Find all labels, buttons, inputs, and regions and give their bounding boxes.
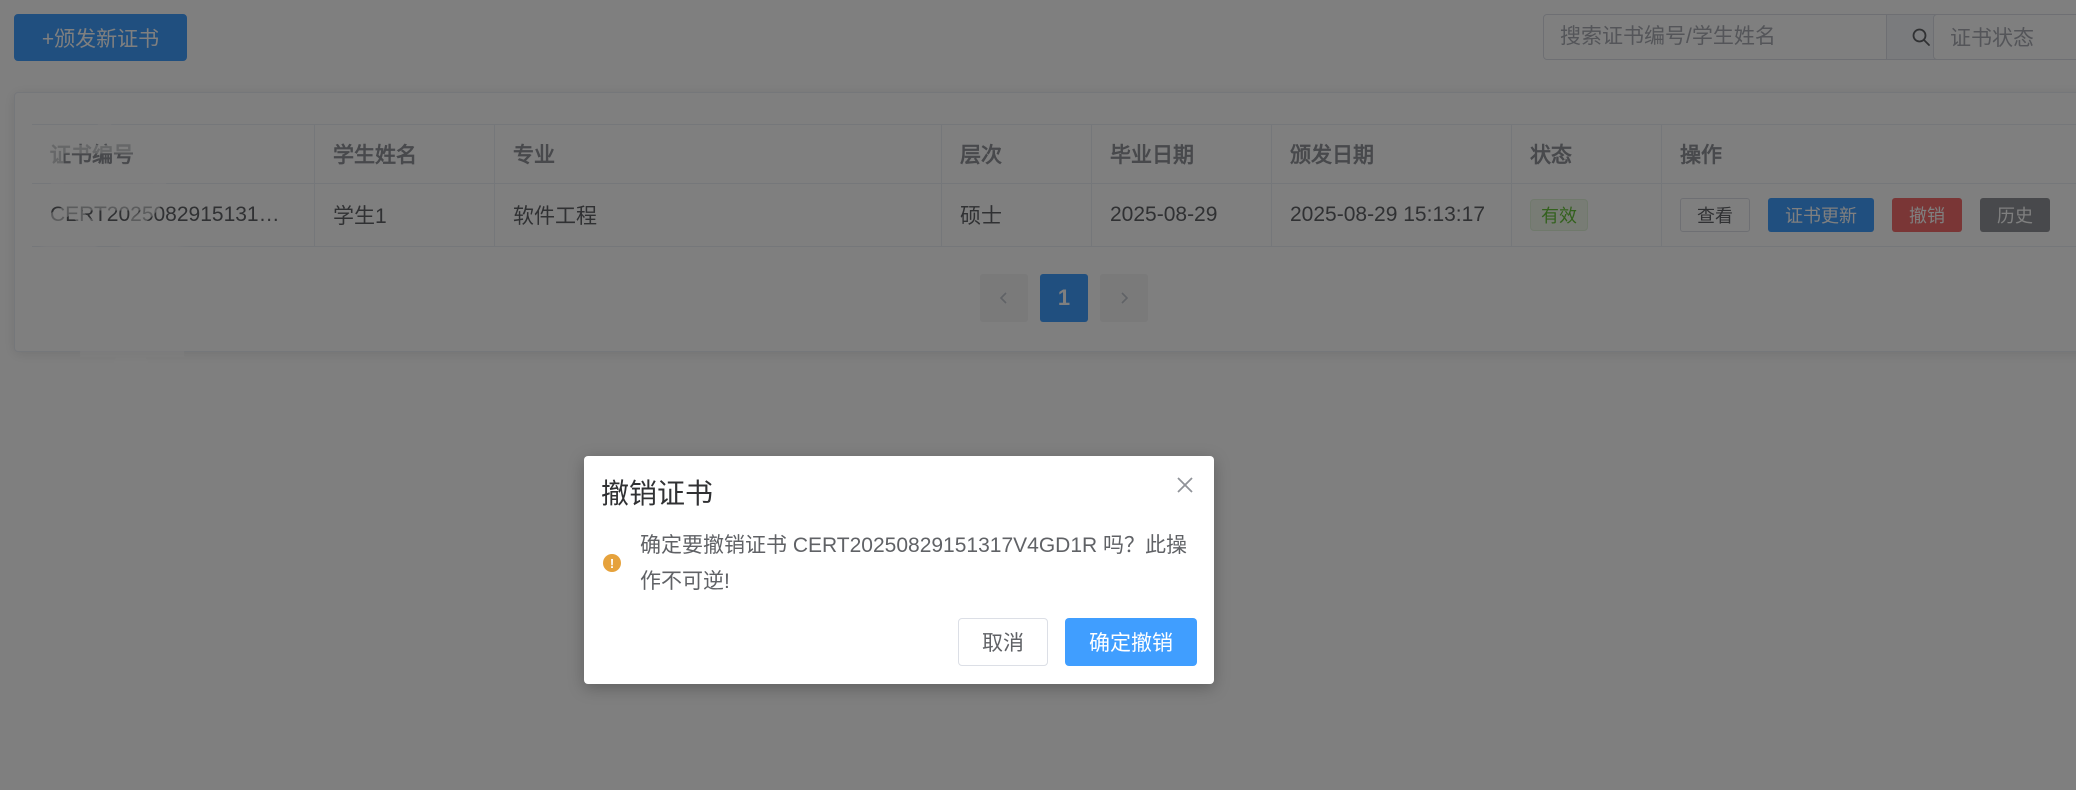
confirm-revoke-button[interactable]: 确定撤销 — [1065, 618, 1197, 666]
revoke-certificate-dialog: 撤销证书 ! 确定要撤销证书 CERT20250829151317V4GD1R … — [584, 456, 1214, 684]
cancel-button[interactable]: 取消 — [958, 618, 1048, 666]
warning-icon: ! — [603, 554, 621, 572]
close-button[interactable] — [1174, 474, 1196, 496]
dialog-message: 确定要撤销证书 CERT20250829151317V4GD1R 吗？此操作不可… — [640, 534, 1187, 593]
dialog-title: 撤销证书 — [601, 478, 714, 509]
close-icon — [1177, 477, 1193, 493]
